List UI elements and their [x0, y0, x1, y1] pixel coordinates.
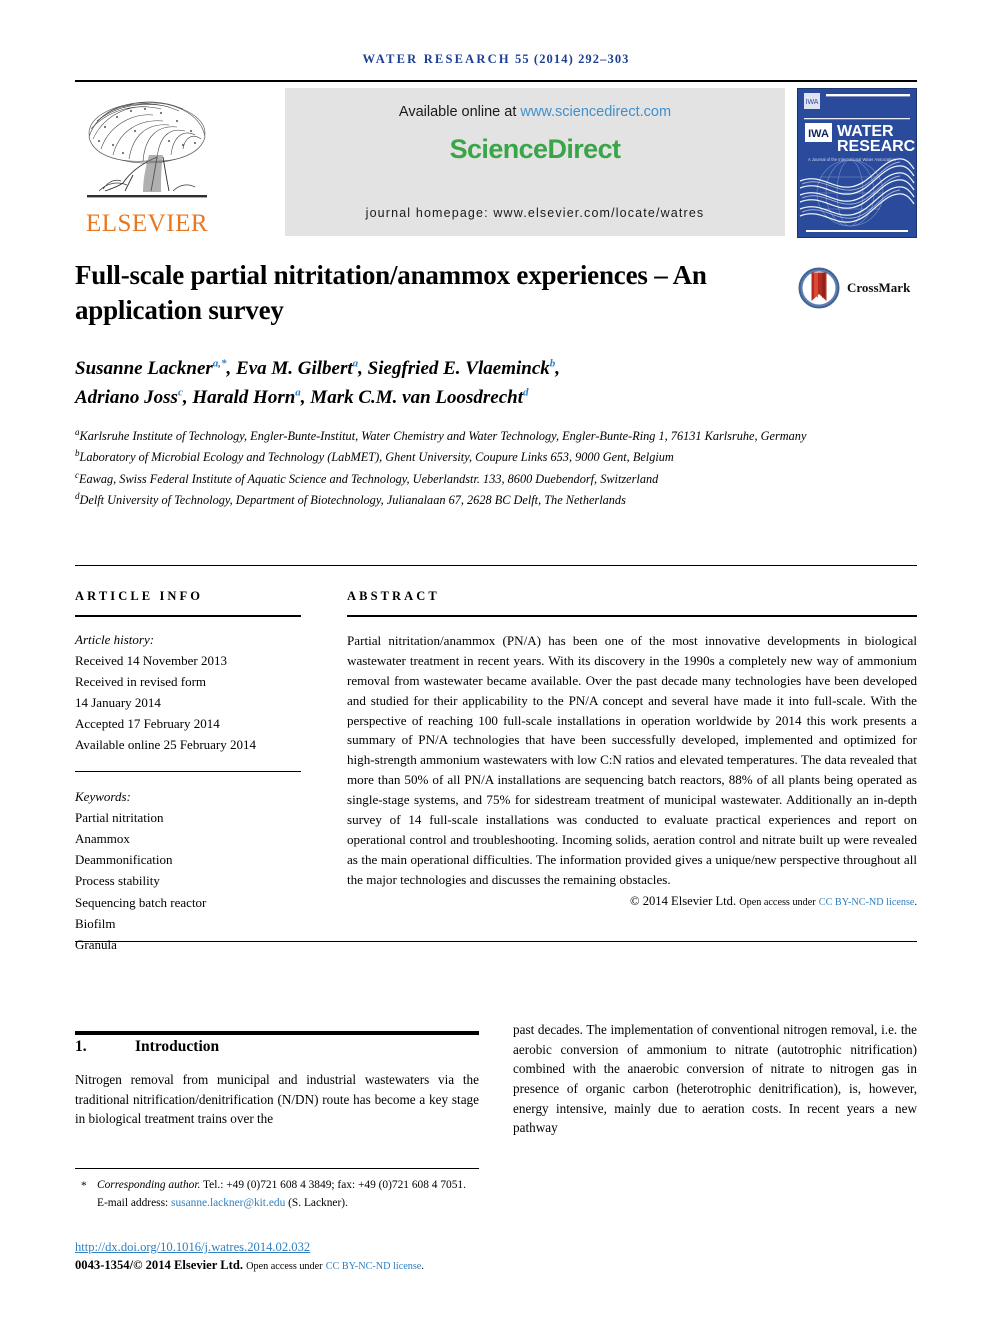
abstract-copyright: © 2014 Elsevier Ltd.: [630, 893, 737, 908]
affiliation-item: bLaboratory of Microbial Ecology and Tec…: [75, 446, 895, 467]
crossmark-label: CrossMark: [847, 280, 911, 295]
issn-license-suffix: .: [421, 1261, 424, 1272]
section-heading: 1. Introduction: [75, 1038, 495, 1056]
abstract-copyright-line: © 2014 Elsevier Ltd. Open access under C…: [347, 894, 917, 909]
article-history: Article history: Received 14 November 20…: [75, 629, 301, 755]
svg-text:IWA: IWA: [806, 99, 819, 106]
abstract-text: Partial nitritation/anammox (PN/A) has b…: [347, 633, 917, 887]
corresponding-author-contact: Tel.: +49 (0)721 608 4 3849; fax: +49 (0…: [200, 1179, 466, 1191]
section-title-text: Introduction: [135, 1038, 220, 1055]
crossmark-icon: [798, 267, 840, 309]
elsevier-tree-icon: [87, 101, 207, 198]
available-online-label: Available online at: [398, 104, 517, 120]
keyword-item: Granula: [75, 936, 117, 952]
affiliation-text: Eawag, Swiss Federal Institute of Aquati…: [79, 471, 659, 486]
abstract-column: ABSTRACT Partial nitritation/anammox (PN…: [347, 589, 917, 909]
sciencedirect-word-science: Science: [449, 134, 548, 164]
article-history-item: Available online 25 February 2014: [75, 737, 256, 753]
keyword-item: Sequencing batch reactor: [75, 894, 207, 910]
affiliation-item: cEawag, Swiss Federal Institute of Aquat…: [75, 468, 895, 489]
doi-link[interactable]: http://dx.doi.org/10.1016/j.watres.2014.…: [75, 1240, 310, 1255]
footnote-rule: [75, 1168, 479, 1169]
footnote-star-marker: *: [81, 1180, 87, 1192]
water-research-cover-art: IWA IWA WATER RESEARCH A Journal of the …: [798, 89, 916, 237]
crossmark-badge[interactable]: CrossMark: [798, 264, 918, 312]
article-history-item: Accepted 17 February 2014: [75, 716, 220, 732]
abstract-heading-rule: [347, 615, 917, 617]
article-info-heading-rule: [75, 615, 301, 617]
affiliation-text: Laboratory of Microbial Ecology and Tech…: [79, 450, 674, 465]
article-info-column: ARTICLE INFO Article history: Received 1…: [75, 589, 301, 955]
issn-open-access-label: Open access under: [246, 1261, 323, 1272]
sciencedirect-panel: Available online at www.sciencedirect.co…: [285, 88, 785, 236]
keyword-item: Biofilm: [75, 915, 116, 931]
keywords-divider-rule: [75, 771, 301, 773]
svg-text:RESEARCH: RESEARCH: [837, 138, 916, 155]
affiliation-item: dDelft University of Technology, Departm…: [75, 489, 895, 510]
corresponding-author-label: Corresponding author.: [97, 1179, 201, 1191]
article-history-item: Received 14 November 2013: [75, 653, 227, 669]
article-info-heading: ARTICLE INFO: [75, 589, 204, 603]
abstract-open-access-label: Open access under: [739, 896, 816, 908]
masthead-top-rule: [75, 80, 917, 82]
svg-text:IWA: IWA: [808, 128, 829, 140]
running-head: WATER RESEARCH 55 (2014) 292–303: [0, 52, 992, 67]
issn-copyright-line: 0043-1354/© 2014 Elsevier Ltd. Open acce…: [75, 1258, 424, 1273]
masthead: ELSEVIER Available online at www.science…: [75, 88, 917, 238]
footnote-line-2: E-mail address: susanne.lackner@kit.edu …: [75, 1195, 535, 1213]
body-column-left: Nitrogen removal from municipal and indu…: [75, 1072, 479, 1127]
abstract-heading: ABSTRACT: [347, 589, 440, 603]
journal-cover-image: IWA IWA WATER RESEARCH A Journal of the …: [797, 88, 917, 238]
email-link[interactable]: susanne.lackner@kit.edu: [171, 1197, 285, 1209]
elsevier-logo: ELSEVIER: [75, 88, 219, 236]
footnote-line-1: Corresponding author. Tel.: +49 (0)721 6…: [75, 1177, 535, 1195]
body-column-right: past decades. The implementation of conv…: [513, 1022, 917, 1136]
sciencedirect-url-link[interactable]: www.sciencedirect.com: [520, 104, 671, 120]
abstract-license-suffix: .: [914, 896, 917, 908]
author-line-1: Susanne Lacknera,*, Eva M. Gilberta, Sie…: [75, 357, 560, 379]
available-online-line: Available online at www.sciencedirect.co…: [399, 104, 671, 120]
article-history-item: Received in revised form: [75, 674, 207, 690]
affiliation-item: aKarlsruhe Institute of Technology, Engl…: [75, 425, 895, 446]
email-address-label: E-mail address:: [97, 1196, 169, 1209]
section-rule: [75, 1031, 479, 1035]
keyword-item: Process stability: [75, 873, 160, 889]
svg-text:A Journal of the International: A Journal of the International Water Ass…: [808, 157, 897, 162]
journal-homepage-line: journal homepage: www.elsevier.com/locat…: [365, 206, 705, 220]
keyword-item: Partial nitritation: [75, 810, 164, 826]
article-page: WATER RESEARCH 55 (2014) 292–303 ELSEVIE…: [0, 0, 992, 1323]
abstract-license-link[interactable]: CC BY-NC-ND license: [819, 897, 915, 908]
sciencedirect-wordmark: ScienceDirect: [450, 134, 621, 165]
running-head-journal: WATER RESEARCH: [362, 52, 511, 66]
email-owner: (S. Lackner).: [288, 1196, 348, 1209]
corresponding-author-footnote: * Corresponding author. Tel.: +49 (0)721…: [75, 1177, 535, 1212]
keyword-item: Deammonification: [75, 852, 173, 868]
article-history-label: Article history:: [75, 632, 155, 647]
elsevier-wordmark: ELSEVIER: [85, 210, 209, 237]
keywords-label: Keywords:: [75, 789, 131, 805]
running-head-citation: 55 (2014) 292–303: [515, 52, 630, 66]
sciencedirect-word-direct: Direct: [547, 134, 621, 164]
author-list: Susanne Lacknera,*, Eva M. Gilberta, Sie…: [75, 355, 875, 412]
info-band-top-rule: [75, 565, 917, 566]
affiliation-text: Delft University of Technology, Departme…: [79, 492, 626, 507]
article-history-item: 14 January 2014: [75, 695, 161, 711]
keyword-item: Anammox: [75, 831, 130, 847]
issn-license-link[interactable]: CC BY-NC-ND license: [326, 1261, 422, 1272]
issn-text: 0043-1354/© 2014 Elsevier Ltd.: [75, 1258, 243, 1272]
section-number: 1.: [75, 1038, 87, 1055]
page-title: Full-scale partial nitritation/anammox e…: [75, 260, 707, 326]
keyword-list: Keywords: Partial nitritation Anammox De…: [75, 786, 301, 954]
author-line-2: Adriano Jossc, Harald Horna, Mark C.M. v…: [75, 386, 529, 408]
affiliation-text: Karlsruhe Institute of Technology, Engle…: [79, 429, 807, 444]
affiliation-list: aKarlsruhe Institute of Technology, Engl…: [75, 425, 895, 510]
